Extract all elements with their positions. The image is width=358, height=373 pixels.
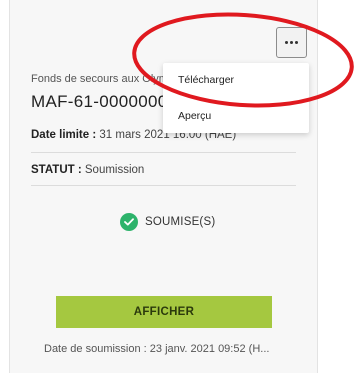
status-badge: SOUMISE(S) (120, 213, 215, 231)
divider (31, 152, 296, 153)
menu-item-download[interactable]: Télécharger (178, 74, 234, 86)
menu-item-preview[interactable]: Aperçu (178, 110, 211, 122)
more-options-icon (290, 41, 293, 44)
status-badge-label: SOUMISE(S) (145, 216, 216, 228)
divider (31, 185, 296, 186)
more-options-menu: Télécharger Aperçu (163, 63, 309, 133)
page: Fonds de secours aux Olympiques MAF-61-0… (0, 0, 358, 373)
status-label: STATUT : (31, 164, 82, 176)
view-button[interactable]: AFFICHER (56, 296, 272, 328)
more-options-icon (285, 41, 288, 44)
status-value: Soumission (84, 164, 145, 176)
deadline-label: Date limite : (31, 129, 97, 141)
more-options-button[interactable] (276, 27, 307, 58)
more-options-icon (295, 41, 298, 44)
submission-date: Date de soumission : 23 janv. 2021 09:52… (44, 343, 270, 355)
check-circle-icon (120, 213, 138, 231)
status: STATUT : Soumission (31, 164, 144, 176)
